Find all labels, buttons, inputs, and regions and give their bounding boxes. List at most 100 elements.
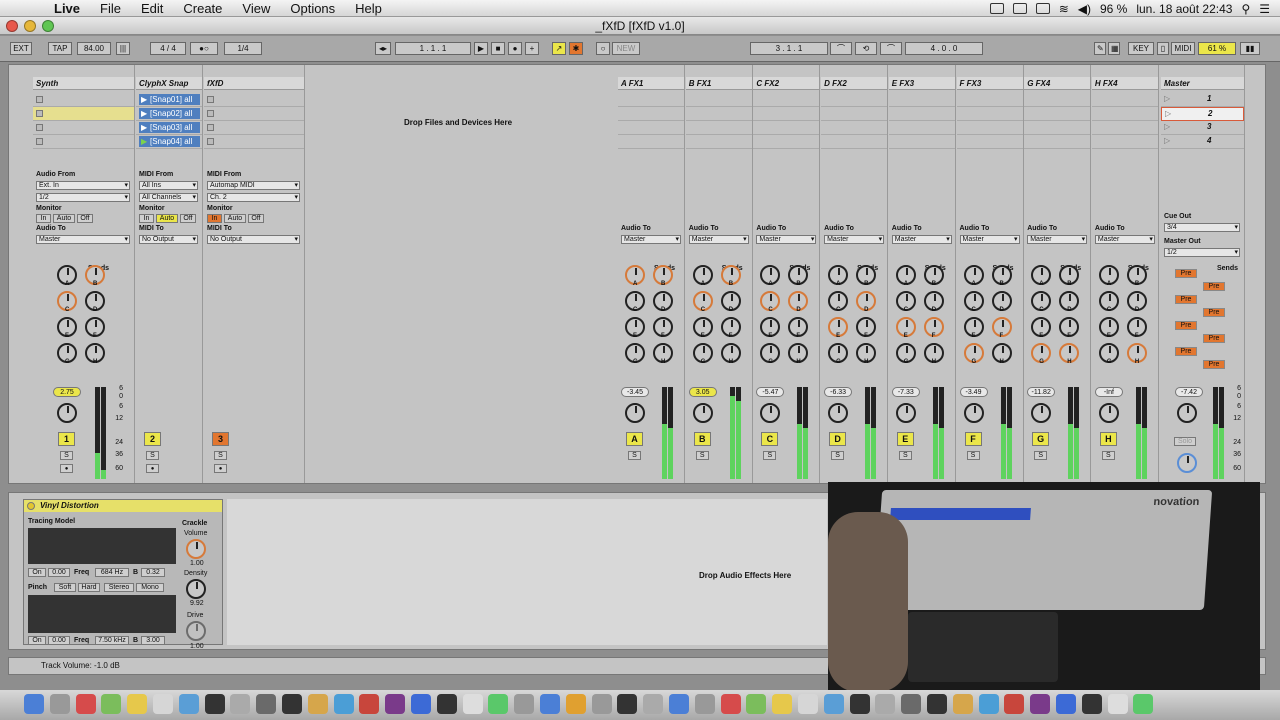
loop-switch-icon[interactable]: ⟲ [855, 42, 877, 55]
monitor-off-button[interactable]: Off [248, 214, 264, 223]
drive-knob[interactable] [186, 621, 206, 641]
dock-app-icon[interactable] [359, 694, 380, 714]
return-activator[interactable]: F [964, 432, 982, 446]
dock-app-icon[interactable] [49, 694, 70, 714]
quantize-select[interactable]: 1/4 [224, 42, 262, 55]
dock-app-icon[interactable] [282, 694, 302, 714]
master-out-select[interactable]: 1/2 [1164, 248, 1240, 257]
midi-map-button[interactable]: MIDI [1171, 42, 1195, 55]
dock-app-icon[interactable] [307, 694, 328, 714]
pinch-b-field[interactable]: 3.00 [141, 636, 165, 645]
overdub-icon[interactable]: + [525, 42, 539, 55]
clip-stop-icon[interactable] [36, 138, 43, 145]
track-activator[interactable]: 2 [144, 432, 161, 446]
pan-knob[interactable] [895, 403, 916, 423]
record-icon[interactable]: ● [508, 42, 522, 55]
return-activator[interactable]: C [761, 432, 779, 446]
dock-app-icon[interactable] [411, 694, 431, 714]
dock-app-icon[interactable] [617, 694, 638, 714]
dock-app-icon[interactable] [669, 694, 689, 714]
menu-file[interactable]: File [100, 1, 121, 16]
menu-options[interactable]: Options [290, 1, 335, 16]
status-icon[interactable] [989, 3, 1004, 14]
crackle-density-knob[interactable] [186, 579, 206, 599]
return-title[interactable]: G FX4 [1024, 77, 1091, 90]
close-window-icon[interactable] [6, 20, 18, 32]
pinch-display[interactable] [28, 595, 176, 633]
dock-app-icon[interactable] [1030, 694, 1051, 714]
master-solo-button[interactable]: Solo [1174, 437, 1196, 446]
io-to-select[interactable]: No Output [207, 235, 300, 244]
master-pan-knob[interactable] [1177, 403, 1197, 423]
track-activator[interactable]: 3 [212, 432, 229, 446]
dock-app-icon[interactable] [875, 694, 896, 714]
monitor-in-button[interactable]: In [139, 214, 154, 223]
return-volume[interactable]: -7.33 [891, 387, 920, 397]
solo-button[interactable]: S [763, 451, 777, 460]
return-volume[interactable]: -3.49 [959, 387, 988, 397]
follow-icon[interactable]: ◂▸ [375, 42, 391, 55]
io-channel-select[interactable]: Ch. 2 [207, 193, 300, 202]
solo-button[interactable]: S [966, 451, 980, 460]
monitor-off-button[interactable]: Off [77, 214, 93, 223]
scene-slot[interactable]: ▷ 3 [1161, 121, 1244, 135]
return-title[interactable]: A FX1 [618, 77, 684, 90]
monitor-off-button[interactable]: Off [180, 214, 196, 223]
return-output-select[interactable]: Master [1027, 235, 1088, 244]
tracing-on-button[interactable]: On [28, 568, 46, 577]
clip-slot[interactable] [33, 121, 134, 135]
tracing-freq-field[interactable]: 684 Hz [95, 568, 129, 577]
minimize-window-icon[interactable] [24, 20, 36, 32]
dock-app-icon[interactable] [178, 694, 199, 714]
cue-out-select[interactable]: 3/4 [1164, 223, 1240, 232]
dock-app-icon[interactable] [1056, 694, 1076, 714]
menu-help[interactable]: Help [355, 1, 382, 16]
tracing-display[interactable] [28, 528, 176, 564]
return-volume[interactable]: -3.45 [621, 387, 649, 397]
dock-app-icon[interactable] [153, 694, 173, 714]
clip-slot[interactable]: [Snap01] all ▶ [136, 93, 202, 107]
dock-app-icon[interactable] [127, 694, 148, 714]
clip-slot[interactable]: [Snap04] all ▶ [136, 135, 202, 149]
pinch-soft-button[interactable]: Soft [54, 583, 76, 592]
return-output-select[interactable]: Master [688, 235, 749, 244]
return-activator[interactable]: B [693, 432, 711, 446]
clip-slot[interactable] [33, 93, 134, 107]
dock-app-icon[interactable] [746, 694, 767, 714]
scene-slot[interactable]: ▷ 2 [1161, 107, 1244, 121]
dock-app-icon[interactable] [24, 694, 44, 714]
return-volume[interactable]: -5.47 [756, 387, 785, 397]
dock-app-icon[interactable] [1133, 694, 1154, 714]
play-icon[interactable]: ▶ [474, 42, 488, 55]
clip-slot[interactable]: [Snap02] all ▶ [136, 107, 202, 121]
solo-button[interactable]: S [628, 451, 641, 460]
dock-app-icon[interactable] [333, 694, 354, 714]
notification-icon[interactable]: ☰ [1259, 2, 1270, 16]
wifi-icon[interactable]: ≋ [1059, 2, 1069, 16]
pan-knob[interactable] [692, 403, 713, 423]
scene-slot[interactable]: ▷ 4 [1161, 135, 1244, 149]
io-from-select[interactable]: All Ins [139, 181, 198, 190]
volume-icon[interactable]: ◀) [1078, 2, 1091, 16]
clip-stop-icon[interactable] [36, 96, 43, 103]
master-volume[interactable]: -7.42 [1175, 387, 1203, 397]
dock-app-icon[interactable] [798, 694, 818, 714]
return-title[interactable]: H FX4 [1091, 77, 1158, 90]
cue-volume-knob[interactable] [1177, 453, 1197, 473]
clip-play-icon[interactable]: ▶ [141, 109, 147, 118]
return-title[interactable]: E FX3 [888, 77, 955, 90]
dock-app-icon[interactable] [591, 694, 612, 714]
dock-app-icon[interactable] [978, 694, 999, 714]
draw-mode-icon[interactable]: ✎ [1094, 42, 1106, 55]
pan-knob[interactable] [1031, 403, 1052, 423]
scene-launch-icon[interactable]: ▷ [1164, 94, 1170, 103]
pre-post-button[interactable]: Pre [1175, 347, 1197, 356]
monitor-auto-button[interactable]: Auto [53, 214, 75, 223]
solo-button[interactable]: S [1034, 451, 1048, 460]
io-channel-select[interactable]: All Channels [139, 193, 198, 202]
device-drop-area[interactable]: Drop Audio Effects Here [227, 499, 827, 645]
pre-post-button[interactable]: Pre [1203, 308, 1225, 317]
pinch-drive-field[interactable]: 0.00 [48, 636, 70, 645]
clip-stop-icon[interactable] [207, 138, 214, 145]
dock-app-icon[interactable] [901, 694, 922, 714]
